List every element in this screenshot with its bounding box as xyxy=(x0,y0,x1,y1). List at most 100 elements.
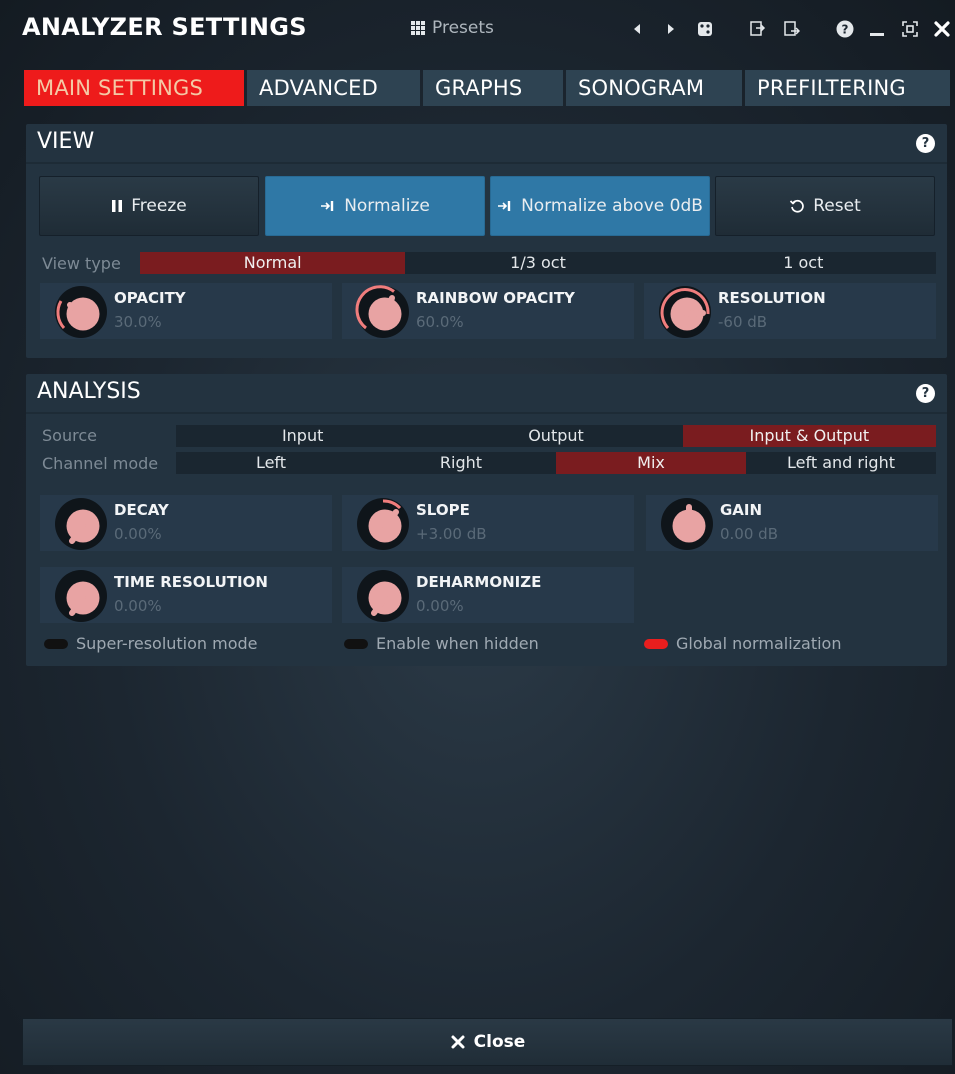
super-resolution-label: Super-resolution mode xyxy=(76,634,258,653)
decay-name: DECAY xyxy=(114,501,169,519)
window-title: ANALYZER SETTINGS xyxy=(22,13,307,41)
time-resolution-value: 0.00% xyxy=(114,597,162,615)
time-resolution-name: TIME RESOLUTION xyxy=(114,573,268,591)
divider xyxy=(26,412,947,414)
reset-label: Reset xyxy=(813,196,861,216)
tab-main-settings[interactable]: MAIN SETTINGS xyxy=(24,70,244,106)
freeze-label: Freeze xyxy=(131,196,187,216)
resolution-control: RESOLUTION -60 dB xyxy=(644,283,936,339)
resolution-knob[interactable] xyxy=(656,283,714,341)
channel-option-left-right[interactable]: Left and right xyxy=(746,452,936,474)
rainbow-opacity-control: RAINBOW OPACITY 60.0% xyxy=(342,283,634,339)
triangle-left-icon[interactable] xyxy=(626,18,648,40)
global-normalization-label: Global normalization xyxy=(676,634,842,653)
decay-knob[interactable] xyxy=(52,495,110,553)
source-option-output[interactable]: Output xyxy=(429,425,682,447)
grid-icon xyxy=(411,21,425,35)
close-icon xyxy=(451,1035,465,1049)
gain-knob[interactable] xyxy=(658,495,716,553)
slope-name: SLOPE xyxy=(416,501,470,519)
channel-option-mix[interactable]: Mix xyxy=(556,452,746,474)
source-option-input-output[interactable]: Input & Output xyxy=(682,425,936,447)
channel-option-left[interactable]: Left xyxy=(176,452,366,474)
normalize-button[interactable]: Normalize xyxy=(265,176,485,236)
presets-label: Presets xyxy=(432,18,494,38)
capture-icon[interactable] xyxy=(899,18,921,40)
title-bar: ANALYZER SETTINGS Presets ? xyxy=(0,0,955,60)
channel-mode-label: Channel mode xyxy=(42,454,159,473)
view-type-option-oct[interactable]: 1 oct xyxy=(671,252,936,274)
global-normalization-toggle[interactable]: Global normalization xyxy=(644,634,841,653)
source-selector: Input Output Input & Output xyxy=(176,425,936,447)
pause-icon xyxy=(112,200,123,212)
analysis-title: ANALYSIS xyxy=(37,379,141,404)
reset-button[interactable]: Reset xyxy=(715,176,935,236)
rainbow-opacity-knob[interactable] xyxy=(354,283,412,341)
analysis-panel: ANALYSIS ? Source Input Output Input & O… xyxy=(26,374,947,666)
enable-when-hidden-label: Enable when hidden xyxy=(376,634,539,653)
freeze-button[interactable]: Freeze xyxy=(39,176,259,236)
analysis-help-icon[interactable]: ? xyxy=(916,384,935,403)
triangle-right-icon[interactable] xyxy=(660,18,682,40)
resolution-name: RESOLUTION xyxy=(718,289,826,307)
deharmonize-control: DEHARMONIZE 0.00% xyxy=(342,567,634,623)
tab-advanced[interactable]: ADVANCED xyxy=(247,70,420,106)
close-button[interactable]: Close xyxy=(22,1018,953,1066)
rainbow-opacity-value: 60.0% xyxy=(416,313,464,331)
tab-sonogram[interactable]: SONOGRAM xyxy=(566,70,742,106)
slope-value: +3.00 dB xyxy=(416,525,487,543)
view-help-icon[interactable]: ? xyxy=(916,134,935,153)
view-type-selector: Normal 1/3 oct 1 oct xyxy=(140,252,936,274)
tab-graphs[interactable]: GRAPHS xyxy=(423,70,563,106)
tab-prefiltering[interactable]: PREFILTERING xyxy=(745,70,950,106)
normalize-icon xyxy=(321,201,334,211)
time-resolution-knob[interactable] xyxy=(52,567,110,625)
view-type-option-third-oct[interactable]: 1/3 oct xyxy=(405,252,670,274)
opacity-knob[interactable] xyxy=(52,283,110,341)
opacity-name: OPACITY xyxy=(114,289,186,307)
view-panel: VIEW ? Freeze Normalize Normalize above … xyxy=(26,124,947,358)
enable-when-hidden-toggle[interactable]: Enable when hidden xyxy=(344,634,539,653)
time-resolution-control: TIME RESOLUTION 0.00% xyxy=(40,567,332,623)
view-type-option-normal[interactable]: Normal xyxy=(140,252,406,274)
decay-value: 0.00% xyxy=(114,525,162,543)
view-type-label: View type xyxy=(42,254,121,273)
divider xyxy=(26,162,947,164)
help-icon[interactable]: ? xyxy=(834,18,856,40)
deharmonize-value: 0.00% xyxy=(416,597,464,615)
close-label: Close xyxy=(473,1032,526,1052)
dice-icon[interactable] xyxy=(694,18,716,40)
svg-text:?: ? xyxy=(842,23,849,37)
gain-value: 0.00 dB xyxy=(720,525,778,543)
resolution-value: -60 dB xyxy=(718,313,768,331)
super-resolution-toggle[interactable]: Super-resolution mode xyxy=(44,634,258,653)
toggle-switch[interactable] xyxy=(644,638,668,649)
opacity-value: 30.0% xyxy=(114,313,162,331)
toggle-switch[interactable] xyxy=(44,638,68,649)
opacity-control: OPACITY 30.0% xyxy=(40,283,332,339)
rainbow-opacity-name: RAINBOW OPACITY xyxy=(416,289,575,307)
channel-mode-selector: Left Right Mix Left and right xyxy=(176,452,936,474)
close-icon[interactable] xyxy=(931,18,953,40)
paste-icon[interactable] xyxy=(780,18,802,40)
channel-option-right[interactable]: Right xyxy=(366,452,556,474)
view-title: VIEW xyxy=(37,129,95,154)
minimize-icon[interactable] xyxy=(866,18,888,40)
gain-control: GAIN 0.00 dB xyxy=(646,495,938,551)
slope-knob[interactable] xyxy=(354,495,412,553)
presets-button[interactable]: Presets xyxy=(410,18,494,38)
deharmonize-name: DEHARMONIZE xyxy=(416,573,542,591)
gain-name: GAIN xyxy=(720,501,763,519)
source-option-input[interactable]: Input xyxy=(176,425,429,447)
normalize-icon xyxy=(498,201,511,211)
copy-icon[interactable] xyxy=(746,18,768,40)
slope-control: SLOPE +3.00 dB xyxy=(342,495,634,551)
normalize-label: Normalize xyxy=(344,196,430,216)
tab-bar: MAIN SETTINGS ADVANCED GRAPHS SONOGRAM P… xyxy=(24,70,950,106)
source-label: Source xyxy=(42,426,97,445)
normalize-above-label: Normalize above 0dB xyxy=(521,196,703,216)
normalize-above-button[interactable]: Normalize above 0dB xyxy=(490,176,710,236)
deharmonize-knob[interactable] xyxy=(354,567,412,625)
reset-icon xyxy=(790,199,805,213)
toggle-switch[interactable] xyxy=(344,638,368,649)
